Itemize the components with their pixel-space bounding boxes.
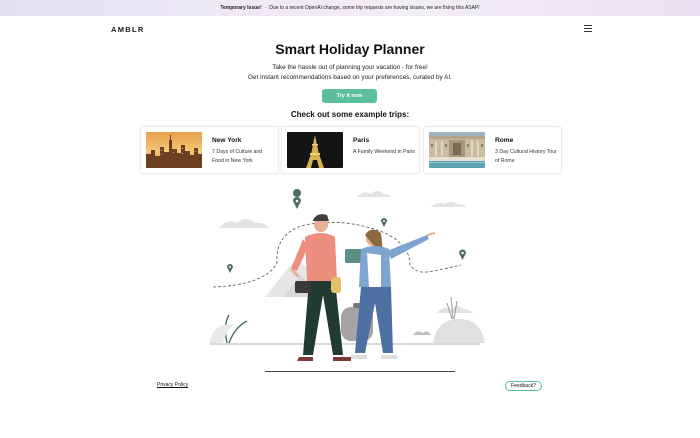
trip-city: New York [212,137,242,144]
trip-city: Rome [495,137,514,144]
page-title: Smart Holiday Planner [275,41,425,57]
trevi-fountain-image [429,132,485,168]
banner-label: Temporary Issue! [220,5,262,11]
hamburger-menu-icon[interactable] [584,25,592,32]
menu-line [584,28,592,29]
trip-card-paris[interactable]: Paris A Family Weekend in Paris [281,126,420,174]
trip-description: 3 Day Cultural History Tour of Rome [495,149,557,164]
try-it-now-button[interactable]: Try it now [322,89,377,103]
menu-line [584,31,592,32]
example-trips-heading: Check out some example trips: [290,110,410,119]
banner-separator: - [264,5,267,11]
trip-description: 7 Days of Culture and Food in New York [212,149,263,164]
trip-city: Paris [353,137,370,144]
trip-description: A Family Weekend in Paris [353,149,415,155]
trip-card-rome[interactable]: Rome 3 Day Cultural History Tour of Rome [423,126,562,174]
eiffel-tower-image [287,132,343,168]
feedback-button[interactable]: Feedback? [505,381,542,391]
menu-line [584,25,592,26]
amblr-logo[interactable]: AMBLR [111,25,145,34]
trip-card-new-york[interactable]: New York 7 Days of Culture and Food in N… [140,126,279,174]
announcement-banner: Temporary Issue! - Due to a recent OpenAI … [0,0,700,16]
travelers-illustration [205,185,495,382]
hero-subtitle-line1: Take the hassle out of planning your vac… [272,64,428,71]
banner-message: Due to a recent OpenAI change, some trip… [269,5,480,11]
new-york-skyline-image [146,132,202,168]
hero-subtitle-line2: Get instant recommendations based on you… [248,74,452,81]
privacy-policy-link[interactable]: Privacy Policy [157,382,188,388]
